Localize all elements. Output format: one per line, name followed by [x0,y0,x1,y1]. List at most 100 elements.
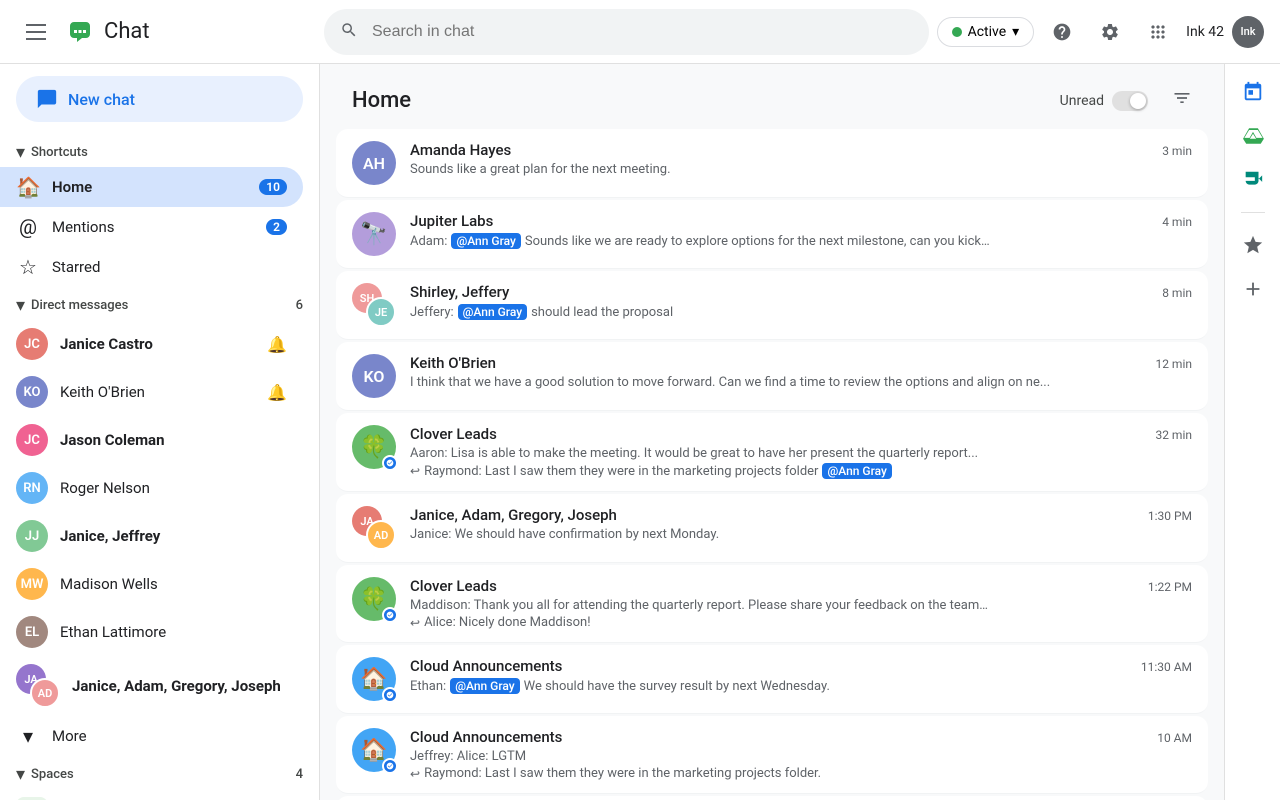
ethan-lattimore-name: Ethan Lattimore [60,623,287,641]
add-panel-button[interactable] [1233,269,1273,309]
starred-label: Starred [52,258,287,276]
account-name: Ink 42 [1186,24,1224,40]
chat-logo [64,16,96,48]
chat-time: 10 AM [1157,731,1192,745]
settings-button[interactable] [1090,12,1130,52]
sidebar-item-janice-castro[interactable]: JC Janice Castro 🔔 [0,320,303,368]
chat-preview: Aaron: Lisa is able to make the meeting.… [410,446,1192,479]
chat-item[interactable]: 🍀 Clover Leads 32 min Aaron: Lisa is abl… [336,413,1208,492]
sidebar-item-starred[interactable]: ☆ Starred [0,247,303,287]
chat-time: 1:30 PM [1148,509,1192,523]
janice-group-name: Janice, Adam, Gregory, Joseph [72,677,287,695]
unread-label: Unread [1060,93,1104,109]
home-icon: 🏠 [16,175,40,199]
search-bar[interactable] [324,9,929,55]
chat-item[interactable]: SH JE Shirley, Jeffery 8 min Jeffery: @A… [336,271,1208,340]
sidebar-item-madison-wells[interactable]: MW Madison Wells [0,560,303,608]
chat-preview: Sounds like a great plan for the next me… [410,162,1192,177]
chat-list: AH Amanda Hayes 3 min Sounds like a grea… [320,129,1224,800]
search-input[interactable] [324,9,929,55]
drive-button[interactable] [1233,116,1273,156]
chat-time: 11:30 AM [1141,660,1192,674]
clover-leads-1-avatar: 🍀 [352,425,396,469]
help-button[interactable] [1042,12,1082,52]
chat-item[interactable]: JA AD Janice, Adam, Gregory, Joseph 1:30… [336,494,1208,563]
chat-time: 8 min [1162,286,1192,300]
sidebar-item-janice-group[interactable]: JA AD Janice, Adam, Gregory, Joseph [0,656,303,716]
status-button[interactable]: Active ▾ [937,17,1035,47]
mentions-icon: @ [16,215,40,239]
jupiter-labs-avatar: 🔭 [352,212,396,256]
chat-preview: Jeffery: @Ann Gray should lead the propo… [410,304,990,320]
sidebar-item-more[interactable]: ▾ More [0,716,303,756]
spaces-label: Spaces [31,767,74,782]
more-icon: ▾ [16,724,40,748]
hamburger-menu[interactable] [16,12,56,52]
janice-jeffrey-name: Janice, Jeffrey [60,527,287,545]
chat-preview: I think that we have a good solution to … [410,375,1192,390]
ethan-lattimore-avatar: EL [16,616,48,648]
sidebar-item-janice-jeffrey[interactable]: JJ Janice, Jeffrey [0,512,303,560]
sidebar-item-ethan-lattimore[interactable]: EL Ethan Lattimore [0,608,303,656]
chat-item[interactable]: 🥽 WebXR playground Yesterday Kaila: Chec… [336,796,1208,800]
starred-panel-button[interactable] [1233,225,1273,265]
clover-leads-1-content: Clover Leads 32 min Aaron: Lisa is able … [410,425,1192,479]
apps-button[interactable] [1138,12,1178,52]
sidebar: New chat ▾ Shortcuts 🏠 Home 10 @ Mention… [0,64,320,800]
filter-button[interactable] [1172,88,1192,113]
right-panel [1224,64,1280,800]
chat-item[interactable]: 🔭 Jupiter Labs 4 min Adam: @Ann Gray Sou… [336,200,1208,269]
chat-name: Jupiter Labs [410,212,493,230]
unread-switch[interactable] [1112,91,1148,111]
spaces-chevron: ▾ [16,764,25,785]
chat-name: Amanda Hayes [410,141,511,159]
janice-group-avatar: JA AD [16,664,60,708]
shortcuts-label: Shortcuts [31,145,88,160]
user-avatar[interactable]: Ink [1232,16,1264,48]
mention-tag: @Ann Gray [451,233,520,249]
sidebar-item-jason-coleman[interactable]: JC Jason Coleman [0,416,303,464]
chat-item[interactable]: KO Keith O'Brien 12 min I think that we … [336,342,1208,411]
chat-item[interactable]: 🏠 Cloud Announcements 10 AM Jeffrey: Ali… [336,716,1208,794]
janice-group-chat-avatar: JA AD [352,506,396,550]
sidebar-item-keith-obrien[interactable]: KO Keith O'Brien 🔔 [0,368,303,416]
chat-item[interactable]: 🍀 Clover Leads 1:22 PM Maddison: Thank y… [336,565,1208,643]
shortcuts-header[interactable]: ▾ Shortcuts [0,134,319,167]
mentions-label: Mentions [52,218,254,236]
sidebar-item-mentions[interactable]: @ Mentions 2 [0,207,303,247]
spaces-header[interactable]: ▾ Spaces 4 [0,756,319,789]
sidebar-item-home[interactable]: 🏠 Home 10 [0,167,303,207]
chat-name: Clover Leads [410,577,497,595]
janice-castro-name: Janice Castro [60,335,255,353]
chat-time: 32 min [1155,428,1192,442]
shirley-jeffery-content: Shirley, Jeffery 8 min Jeffery: @Ann Gra… [410,283,1192,320]
chat-preview: Maddison: Thank you all for attending th… [410,598,1192,630]
madison-wells-avatar: MW [16,568,48,600]
chat-item[interactable]: AH Amanda Hayes 3 min Sounds like a grea… [336,129,1208,198]
keith-obrien-name: Keith O'Brien [60,383,255,401]
direct-messages-header[interactable]: ▾ Direct messages 6 [0,287,319,320]
app-title: Chat [104,19,150,44]
keith-bell-icon: 🔔 [267,383,287,402]
home-label: Home [52,178,247,196]
new-chat-label: New chat [68,90,135,109]
spaces-count: 4 [296,767,303,782]
space-badge [382,455,398,471]
janice-castro-avatar: JC [16,328,48,360]
new-chat-button[interactable]: New chat [16,76,303,122]
panel-divider [1241,212,1265,213]
chat-preview: Janice: We should have confirmation by n… [410,527,1192,542]
dm-chevron: ▾ [16,295,25,316]
sidebar-item-roger-nelson[interactable]: RN Roger Nelson [0,464,303,512]
janice-bell-icon: 🔔 [267,335,287,354]
unread-toggle[interactable]: Unread [1060,91,1148,111]
jason-coleman-avatar: JC [16,424,48,456]
chat-item[interactable]: 🏠 Cloud Announcements 11:30 AM Ethan: @A… [336,645,1208,714]
meet-button[interactable] [1233,160,1273,200]
shirley-jeffery-avatar: SH JE [352,283,396,327]
calendar-button[interactable] [1233,72,1273,112]
roger-nelson-name: Roger Nelson [60,479,287,497]
main-content: Home Unread AH Amanda Hayes [320,64,1224,800]
sidebar-item-project-clover[interactable]: 🍀 Project Clover 🔔 [0,789,303,800]
dm-count: 6 [296,298,303,313]
